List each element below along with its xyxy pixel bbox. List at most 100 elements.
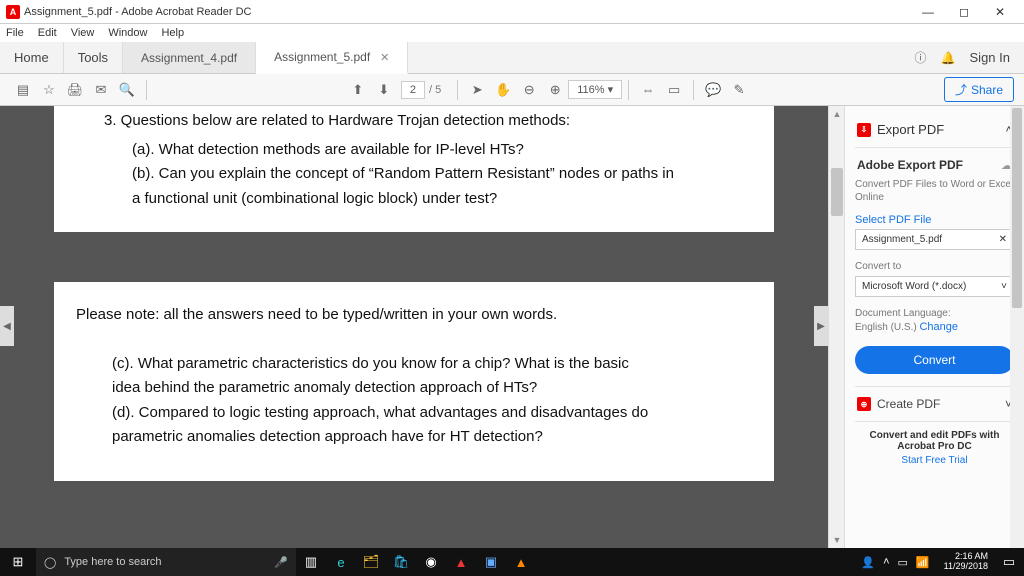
scroll-up-icon[interactable]: ▲ [829, 106, 845, 122]
tab-assignment5[interactable]: Assignment_5.pdf ✕ [256, 42, 408, 74]
question-3d-line2: parametric anomalies detection approach … [84, 426, 744, 449]
mic-icon[interactable]: 🎤 [274, 556, 288, 569]
close-tab-icon[interactable]: ✕ [380, 51, 389, 64]
sign-icon[interactable]: ✎ [726, 77, 752, 103]
bell-icon[interactable]: 🔔 [941, 51, 956, 65]
taskbar-clock[interactable]: 2:16 AM 11/29/2018 [938, 552, 994, 572]
tabbar: Home Tools Assignment_4.pdf Assignment_5… [0, 42, 1024, 74]
hand-icon[interactable]: ✋ [490, 77, 516, 103]
next-page-button[interactable]: ▶ [814, 306, 828, 346]
main-area: ◀ 3. Questions below are related to Hard… [0, 106, 1024, 548]
question-3b-line2: a functional unit (combinational logic b… [104, 188, 744, 211]
store-icon[interactable]: 🛍 [386, 548, 416, 576]
pdf-icon: ⊕ [857, 397, 871, 411]
start-trial-link[interactable]: Start Free Trial [855, 455, 1014, 466]
tray-up-icon[interactable]: ˄ [883, 556, 889, 568]
tab-label: Assignment_5.pdf [274, 50, 370, 64]
page-up-icon[interactable]: ⬆ [345, 77, 371, 103]
taskbar: ⊞ ◯ Type here to search🎤 ▥ e 🗂 🛍 ◉ ▲ ▣ ▲… [0, 548, 1024, 576]
share-button[interactable]: ⤴ Share [944, 77, 1014, 102]
page-current[interactable]: 2 [401, 81, 425, 99]
zoom-out-icon[interactable]: ⊖ [516, 77, 542, 103]
prev-page-button[interactable]: ◀ [0, 306, 14, 346]
comment-icon[interactable]: 💬 [700, 77, 726, 103]
menubar: File Edit View Window Help [0, 24, 1024, 42]
nav-tools[interactable]: Tools [64, 42, 123, 73]
titlebar: A Assignment_5.pdf - Adobe Acrobat Reade… [0, 0, 1024, 24]
menu-window[interactable]: Window [108, 27, 147, 39]
convert-button[interactable]: Convert [855, 346, 1014, 374]
promo-text: Convert and edit PDFs with Acrobat Pro D… [855, 430, 1014, 452]
pdf-page-1: 3. Questions below are related to Hardwa… [54, 106, 774, 232]
menu-file[interactable]: File [6, 27, 24, 39]
toolbar: ▤ ☆ 🖨 ✉ 🔍 ⬆ ⬇ 2 / 5 ➤ ✋ ⊖ ⊕ 116% ▾ ⇔ ▭ 💬… [0, 74, 1024, 106]
mail-icon[interactable]: ✉ [88, 77, 114, 103]
menu-view[interactable]: View [71, 27, 95, 39]
battery-icon[interactable]: ▭ [898, 556, 908, 569]
scrollbar-vertical[interactable]: ▲ ▼ [828, 106, 844, 548]
change-lang-link[interactable]: Change [919, 321, 958, 333]
system-tray[interactable]: 👤 ˄ ▭ 📶 [853, 556, 937, 569]
page-total: / 5 [429, 84, 441, 96]
star-icon[interactable]: ☆ [36, 77, 62, 103]
acrobat-icon[interactable]: ▲ [446, 548, 476, 576]
edge-icon[interactable]: e [326, 548, 356, 576]
nav-home[interactable]: Home [0, 42, 64, 73]
page-down-icon[interactable]: ⬇ [371, 77, 397, 103]
pdf-page-2: Please note: all the answers need to be … [54, 282, 774, 481]
chrome-icon[interactable]: ◉ [416, 548, 446, 576]
select-pdf-link[interactable]: Select PDF File [855, 214, 1014, 226]
taskbar-search[interactable]: ◯ Type here to search🎤 [36, 548, 296, 576]
question-3c-line2: idea behind the parametric anomaly detec… [84, 377, 744, 400]
selected-file-field[interactable]: Assignment_5.pdf✕ [855, 229, 1014, 250]
help-icon[interactable]: ⓘ [915, 49, 927, 66]
sidepane-scrollbar[interactable] [1010, 106, 1024, 548]
question-3a: (a). What detection methods are availabl… [104, 139, 744, 162]
clear-file-icon[interactable]: ✕ [999, 234, 1007, 245]
tab-label: Assignment_4.pdf [141, 51, 237, 65]
app-icon[interactable]: ▣ [476, 548, 506, 576]
tab-assignment4[interactable]: Assignment_4.pdf [123, 42, 256, 73]
print-icon[interactable]: 🖨 [62, 77, 88, 103]
doclang-label: Document Language: [855, 308, 951, 319]
create-pdf-row[interactable]: ⊕ Create PDF ˅ [855, 391, 1014, 417]
adobe-export-title: Adobe Export PDF [857, 158, 963, 172]
export-description: Convert PDF Files to Word or Excel Onlin… [855, 178, 1014, 204]
people-icon[interactable]: 👤 [861, 556, 875, 569]
wifi-icon[interactable]: 📶 [916, 556, 930, 569]
start-button[interactable]: ⊞ [0, 554, 36, 570]
export-pdf-header[interactable]: ⇩Export PDF [857, 122, 944, 137]
chevron-down-icon: ˅ [1001, 281, 1007, 292]
app-icon: A [6, 5, 20, 19]
pdf-icon: ⇩ [857, 123, 871, 137]
minimize-button[interactable]: — [910, 0, 946, 24]
fit-width-icon[interactable]: ⇔ [635, 77, 661, 103]
question-3b-line1: (b). Can you explain the concept of “Ran… [104, 163, 744, 186]
signin-button[interactable]: Sign In [970, 50, 1010, 65]
pointer-icon[interactable]: ➤ [464, 77, 490, 103]
scrollbar-thumb[interactable] [831, 168, 843, 216]
menu-edit[interactable]: Edit [38, 27, 57, 39]
document-pane[interactable]: ◀ 3. Questions below are related to Hard… [0, 106, 828, 548]
doclang-value: English (U.S.) [855, 322, 919, 333]
window-title: Assignment_5.pdf - Adobe Acrobat Reader … [24, 6, 910, 18]
maximize-button[interactable]: ◻ [946, 0, 982, 24]
vlc-icon[interactable]: ▲ [506, 548, 536, 576]
tools-sidepane: ⇩Export PDF ˄ Adobe Export PDF ☁ Convert… [844, 106, 1024, 548]
scrollbar-thumb[interactable] [1012, 108, 1022, 308]
zoom-in-icon[interactable]: ⊕ [542, 77, 568, 103]
page-gap [54, 232, 774, 282]
close-button[interactable]: ✕ [982, 0, 1018, 24]
menu-help[interactable]: Help [161, 27, 184, 39]
convert-to-label: Convert to [855, 260, 1014, 273]
sidebar-toggle-icon[interactable]: ▤ [10, 77, 36, 103]
scroll-down-icon[interactable]: ▼ [829, 532, 845, 548]
notifications-icon[interactable]: ▭ [994, 548, 1024, 576]
search-icon[interactable]: 🔍 [114, 77, 140, 103]
explorer-icon[interactable]: 🗂 [356, 548, 386, 576]
zoom-level[interactable]: 116% ▾ [568, 80, 622, 99]
taskview-icon[interactable]: ▥ [296, 548, 326, 576]
question-3: 3. Questions below are related to Hardwa… [104, 110, 744, 133]
read-mode-icon[interactable]: ▭ [661, 77, 687, 103]
format-select[interactable]: Microsoft Word (*.docx)˅ [855, 276, 1014, 297]
